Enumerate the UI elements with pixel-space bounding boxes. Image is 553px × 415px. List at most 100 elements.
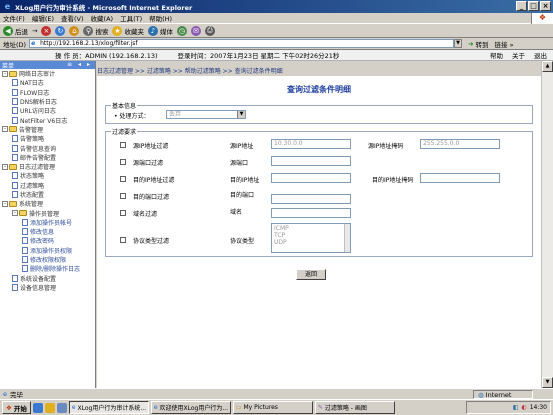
menu-help[interactable]: 帮助(H) [149,13,172,23]
sidebar-item-label: 操作员管理 [29,210,60,218]
sidebar-item[interactable]: 修改权限权限 [0,255,95,264]
menu-favorites[interactable]: 收藏(A) [91,13,114,23]
tree-toggle-icon[interactable]: - [2,70,8,77]
back-button[interactable]: ◀ 后退 [3,25,28,36]
sidebar-item[interactable]: DNS解析日志 [0,97,95,106]
media-button[interactable]: ♪ 媒体 [147,25,173,36]
sidebar-item[interactable]: 状态配置 [0,190,95,199]
start-label: 开始 [13,404,27,413]
dst-ip-input[interactable] [271,173,351,183]
sidebar-item[interactable]: 状态策略 [0,171,95,180]
folder-icon [19,210,27,217]
mode-select[interactable]: 丢弃 ▼ [166,110,246,119]
menu-edit[interactable]: 编辑(E) [32,13,54,23]
favorites-button[interactable]: ★ 收藏夹 [112,25,144,36]
address-dropdown[interactable]: ▼ [454,39,463,48]
sidebar-item[interactable]: 修改密码 [0,236,95,245]
menu-tools[interactable]: 工具(T) [120,13,142,23]
domain-checkbox[interactable] [120,210,126,216]
menu-view[interactable]: 查看(V) [61,13,84,23]
sidebar-item[interactable]: 过滤策略 [0,181,95,190]
src-port-input[interactable] [271,156,351,166]
src-port-checkbox[interactable] [120,159,126,165]
protocol-option[interactable]: TCP [274,232,348,239]
domain-input[interactable] [271,208,351,218]
sidebar-controls[interactable]: ≡ ◂ ▸ [67,61,92,68]
start-button[interactable]: ❖ 开始 [2,401,31,414]
tree-toggle-icon[interactable]: - [12,210,18,217]
dst-mask-input[interactable] [420,173,500,183]
quicklaunch-folder-icon[interactable] [44,402,55,413]
dst-ip-checkbox[interactable] [120,176,126,182]
history-icon[interactable]: ◷ [176,25,187,36]
menu-file[interactable]: 文件(F) [3,13,25,23]
sidebar-item[interactable]: 添加操作员帐号 [0,218,95,227]
search-button[interactable]: ⚲ 搜索 [83,25,109,36]
sidebar-item[interactable]: - 网络日志审计 [0,69,95,78]
tree-toggle-icon[interactable]: - [2,200,8,207]
sidebar-item[interactable]: NetFilter V6日志 [0,115,95,125]
scroll-up-icon[interactable]: ▲ [542,61,553,72]
links-button[interactable]: 链接 » [495,39,514,49]
volume-icon[interactable]: ◐ [521,404,526,411]
sidebar-item[interactable]: 添加操作员权限 [0,246,95,255]
help-link[interactable]: 帮助 [490,50,503,60]
network-icon[interactable]: ◧ [513,404,519,411]
mail-icon[interactable]: ✉ [190,25,201,36]
sidebar-item[interactable]: URL访问日志 [0,106,95,115]
exit-link[interactable]: 退出 [534,50,547,60]
sidebar-item[interactable]: 设备信息管理 [0,283,95,292]
sidebar-item[interactable]: FLOW日志 [0,88,95,97]
sidebar-item[interactable]: - 系统管理 [0,199,95,208]
task-my-pictures[interactable]: ▭ My Pictures [232,401,313,414]
sidebar-item[interactable]: 邮件告警配置 [0,153,95,162]
sidebar-item[interactable]: 删除/删除操作日志 [0,264,95,273]
task-xlog[interactable]: e XLog用户行为审计系统... [68,401,149,414]
page-scrollbar[interactable]: ▲ ▼ [541,61,553,388]
minimize-button[interactable]: _ [516,1,527,11]
sidebar-item[interactable]: 告警策略 [0,134,95,143]
protocol-option[interactable]: ICMP [274,225,348,232]
scroll-down-icon[interactable]: ▼ [542,377,553,388]
sidebar-item[interactable]: - 告警管理 [0,125,95,134]
sidebar-item[interactable]: NAT日志 [0,78,95,87]
back-return-button[interactable]: 返回 [296,269,326,280]
protocol-listbox[interactable]: ICMP TCP UDP [271,223,351,253]
close-button[interactable]: × [540,1,551,11]
sidebar-item[interactable]: 告警信息查询 [0,143,95,153]
home-icon[interactable]: ⌂ [69,25,80,36]
quicklaunch-ie-icon[interactable] [32,402,43,413]
sidebar-item-label: 修改信息 [30,229,55,237]
about-link[interactable]: 关于 [512,50,525,60]
quicklaunch-desktop-icon[interactable] [56,402,67,413]
sidebar-item[interactable]: - 日志过滤管理 [0,162,95,171]
document-icon [12,283,18,291]
favorites-label: 收藏夹 [124,27,144,36]
task-welcome[interactable]: e 欢迎使用XLog用户行为... [150,401,231,414]
src-ip-checkbox[interactable] [120,142,126,148]
address-input[interactable]: http://192.168.2.13/xlog/filter.jsf [29,39,455,48]
protocol-option[interactable]: UDP [274,239,348,246]
protocol-checkbox[interactable] [120,237,126,243]
search-label: 搜索 [95,27,109,36]
src-mask-input[interactable]: 255.255.0.0 [420,139,500,149]
dst-port-input[interactable] [271,194,351,204]
stop-icon[interactable]: × [41,25,52,36]
src-ip-input[interactable]: 10.30.0.0 [271,139,351,149]
forward-button[interactable]: → [32,27,37,35]
folder-icon [9,126,17,133]
refresh-icon[interactable]: ↻ [55,25,66,36]
sidebar-item[interactable]: 修改信息 [0,227,95,236]
go-button[interactable]: ➜ 转到 [468,39,488,49]
tree-toggle-icon[interactable]: - [2,126,8,133]
tree-toggle-icon[interactable]: - [2,163,8,170]
listbox-scrollbar[interactable] [344,224,350,252]
dst-port-checkbox[interactable] [120,193,126,199]
sidebar-item[interactable]: 系统设备配置 [0,274,95,283]
sidebar-item-label: 邮件告警配置 [20,154,57,162]
maximize-button[interactable]: □ [528,1,539,11]
sidebar-item[interactable]: - 操作员管理 [0,208,95,218]
task-paint[interactable]: ✎ 过滤策略 - 画图 [314,401,395,414]
media-icon: ♪ [147,25,158,36]
print-icon[interactable]: ⎙ [204,25,215,36]
